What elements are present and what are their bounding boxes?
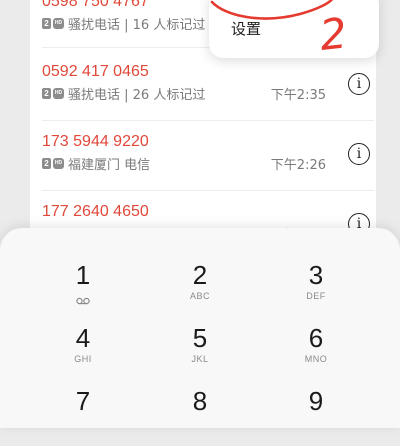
phone-number: 173 5944 9220 [42,133,149,150]
key-5[interactable]: 5 JKL [155,323,245,383]
key-7[interactable]: 7 [38,386,128,446]
call-log-row[interactable]: 0592 417 0465 2 HD 骚扰电话 | 26 人标记过 下午2:35… [42,63,374,138]
call-log-row[interactable]: 173 5944 9220 2 HD 福建厦门 电信 下午2:26 i [42,133,374,208]
hd-call-icon: HD [53,18,64,29]
hd-call-icon: HD [53,158,64,169]
sim-card-icon: 2 [42,88,51,99]
voicemail-icon [76,297,90,305]
key-4[interactable]: 4 GHI [38,323,128,383]
phone-number: 0592 417 0465 [42,63,149,80]
divider [42,120,374,121]
key-6[interactable]: 6 MNO [271,323,361,383]
menu-item-settings[interactable]: 设置 [231,18,261,39]
call-label: 福建厦门 电信 [68,158,151,173]
call-time: 下午2:26 [270,158,326,173]
sim-card-icon: 2 [42,18,51,29]
info-icon[interactable]: i [348,73,370,95]
overflow-menu: 设置 [209,0,379,58]
dial-pad: 1 2 ABC 3 DEF 4 GHI 5 JKL 6 MNO 7 8 9 [0,228,400,428]
call-meta: 2 HD 福建厦门 电信 [42,154,150,173]
call-label: 骚扰电话 | 16 人标记过 [68,18,206,33]
call-meta: 2 HD 骚扰电话 | 16 人标记过 [42,14,205,33]
key-9[interactable]: 9 [271,386,361,446]
phone-number: 177 2640 4650 [42,203,149,220]
call-time: 下午2:35 [270,88,326,103]
call-label: 骚扰电话 | 26 人标记过 [68,88,206,103]
phone-number: 0598 750 4767 [42,0,149,10]
sim-card-icon: 2 [42,158,51,169]
call-meta: 2 HD 骚扰电话 | 26 人标记过 [42,84,205,103]
hd-call-icon: HD [53,88,64,99]
key-2[interactable]: 2 ABC [155,260,245,320]
key-3[interactable]: 3 DEF [271,260,361,320]
info-icon[interactable]: i [348,143,370,165]
key-8[interactable]: 8 [155,386,245,446]
key-1[interactable]: 1 [38,260,128,320]
divider [42,190,374,191]
